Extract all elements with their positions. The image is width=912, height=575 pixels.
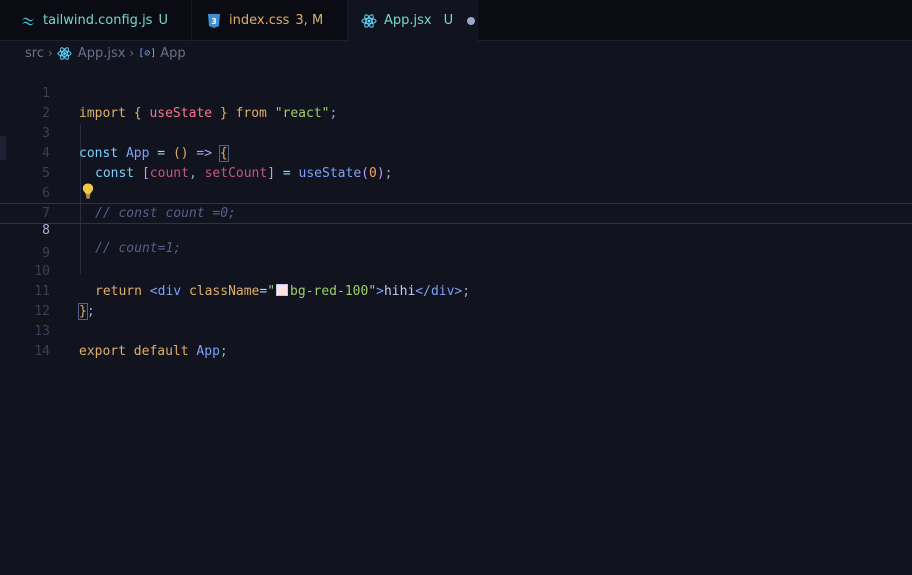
code-line-1[interactable]: 1 import { useState } from "react"; — [0, 64, 912, 121]
tailwind-icon — [22, 17, 34, 25]
code-line-4[interactable]: 4 const [count, setCount] = useState(0); — [0, 124, 912, 181]
tab-git-status: U — [158, 13, 168, 28]
tab-app-jsx[interactable]: App.jsx U — [348, 0, 478, 41]
breadcrumb: src › App.jsx › [⊘] App — [25, 44, 186, 62]
code-line-7[interactable]: 7 — [0, 184, 912, 221]
tab-index-css[interactable]: 3 index.css 3, M — [192, 0, 348, 41]
react-icon — [57, 46, 72, 60]
breadcrumb-file[interactable]: App.jsx — [78, 46, 126, 61]
breadcrumb-symbol[interactable]: App — [160, 46, 185, 61]
code-line-12[interactable]: 12 — [0, 282, 912, 319]
chevron-right-icon: › — [129, 46, 135, 60]
identifier: App — [196, 344, 220, 359]
code-line-8[interactable]: 8 // count=1; — [0, 203, 912, 256]
tab-git-status: U — [443, 13, 454, 28]
code-line-9[interactable]: 9 — [0, 224, 912, 261]
tab-tailwind-config[interactable]: tailwind.config.js U — [0, 0, 192, 41]
code-editor[interactable]: 1 import { useState } from "react"; 2 3 … — [0, 64, 912, 575]
tab-label: App.jsx — [384, 13, 432, 28]
keyword: default — [133, 344, 189, 359]
keyword: export — [79, 344, 126, 359]
code-line-3[interactable]: 3 const App = () => { — [0, 104, 912, 162]
variable-symbol-icon: [⊘] — [138, 47, 157, 59]
tab-label: index.css — [229, 13, 290, 28]
css3-icon: 3 — [208, 13, 220, 28]
code-line-2[interactable]: 2 — [0, 84, 912, 121]
code-line-6[interactable]: 6 // const count =0; — [0, 164, 912, 221]
line-number: 14 — [34, 344, 50, 359]
tab-git-status: 3, M — [295, 13, 324, 28]
breadcrumb-folder[interactable]: src — [25, 46, 44, 61]
tab-label: tailwind.config.js — [43, 13, 153, 28]
semicolon: ; — [219, 344, 228, 359]
unsaved-dot-icon[interactable] — [467, 16, 476, 25]
chevron-right-icon: › — [47, 46, 53, 60]
code-line-13[interactable]: 13 export default App; — [0, 302, 912, 359]
react-icon — [361, 13, 377, 28]
code-line-14[interactable]: 14 — [0, 322, 912, 359]
code-line-11[interactable]: 11 }; — [0, 262, 912, 320]
lightbulb-icon[interactable] — [82, 183, 94, 199]
svg-text:3: 3 — [211, 17, 217, 26]
editor-tab-bar: tailwind.config.js U 3 index.css 3, M Ap… — [0, 0, 912, 41]
code-line-5[interactable]: 5 — [0, 144, 912, 181]
code-line-10[interactable]: 10 return <div className=" bg-red-100">hi… — [0, 242, 912, 299]
